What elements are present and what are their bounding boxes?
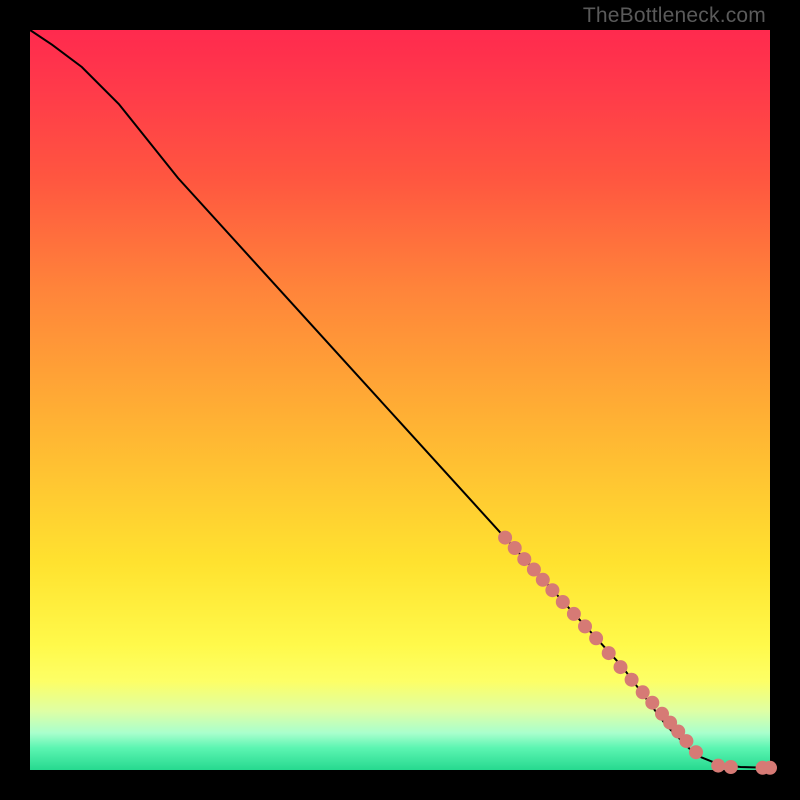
data-dot xyxy=(614,660,628,674)
data-dot xyxy=(498,531,512,545)
data-dot xyxy=(517,552,531,566)
data-dot xyxy=(645,696,659,710)
data-dot xyxy=(711,759,725,773)
data-dot xyxy=(578,619,592,633)
data-dot xyxy=(589,631,603,645)
plot-area xyxy=(30,30,770,770)
data-dot xyxy=(536,573,550,587)
data-dot xyxy=(763,761,777,775)
data-dot xyxy=(508,541,522,555)
data-dot xyxy=(545,583,559,597)
data-dot xyxy=(636,685,650,699)
data-dot xyxy=(679,734,693,748)
chart-frame: TheBottleneck.com xyxy=(0,0,800,800)
data-dot xyxy=(724,760,738,774)
data-dot xyxy=(689,745,703,759)
data-dot xyxy=(625,673,639,687)
data-dot xyxy=(567,607,581,621)
dots-group xyxy=(498,531,777,775)
chart-svg xyxy=(30,30,770,770)
watermark-text: TheBottleneck.com xyxy=(583,4,766,28)
data-dot xyxy=(602,646,616,660)
curve-line xyxy=(30,30,770,768)
data-dot xyxy=(556,595,570,609)
